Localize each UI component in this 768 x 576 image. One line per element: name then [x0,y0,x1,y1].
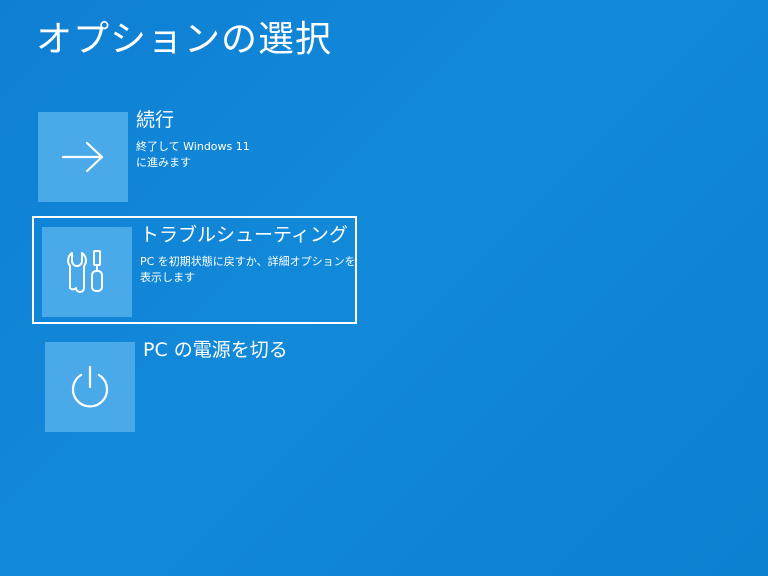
power-off-title: PC の電源を切る [143,339,288,361]
power-off-option[interactable]: PC の電源を切る [45,339,288,432]
power-icon [71,365,109,408]
continue-title: 続行 [136,109,175,131]
tools-icon [67,250,103,293]
arrow-right-icon [61,141,104,173]
continue-description: 終了して Windows 11 に進みます [136,139,250,170]
troubleshoot-option[interactable]: トラブルシューティング PC を初期状態に戻すか、詳細オプションを表示します [42,224,362,317]
troubleshoot-description: PC を初期状態に戻すか、詳細オプションを表示します [140,254,356,285]
troubleshoot-title: トラブルシューティング [140,224,348,246]
continue-tile[interactable] [38,112,128,202]
continue-option[interactable]: 続行 終了して Windows 11 に進みます [38,109,251,202]
page-title: オプションの選択 [36,19,333,60]
power-off-tile[interactable] [45,342,135,432]
troubleshoot-tile[interactable] [42,227,132,317]
